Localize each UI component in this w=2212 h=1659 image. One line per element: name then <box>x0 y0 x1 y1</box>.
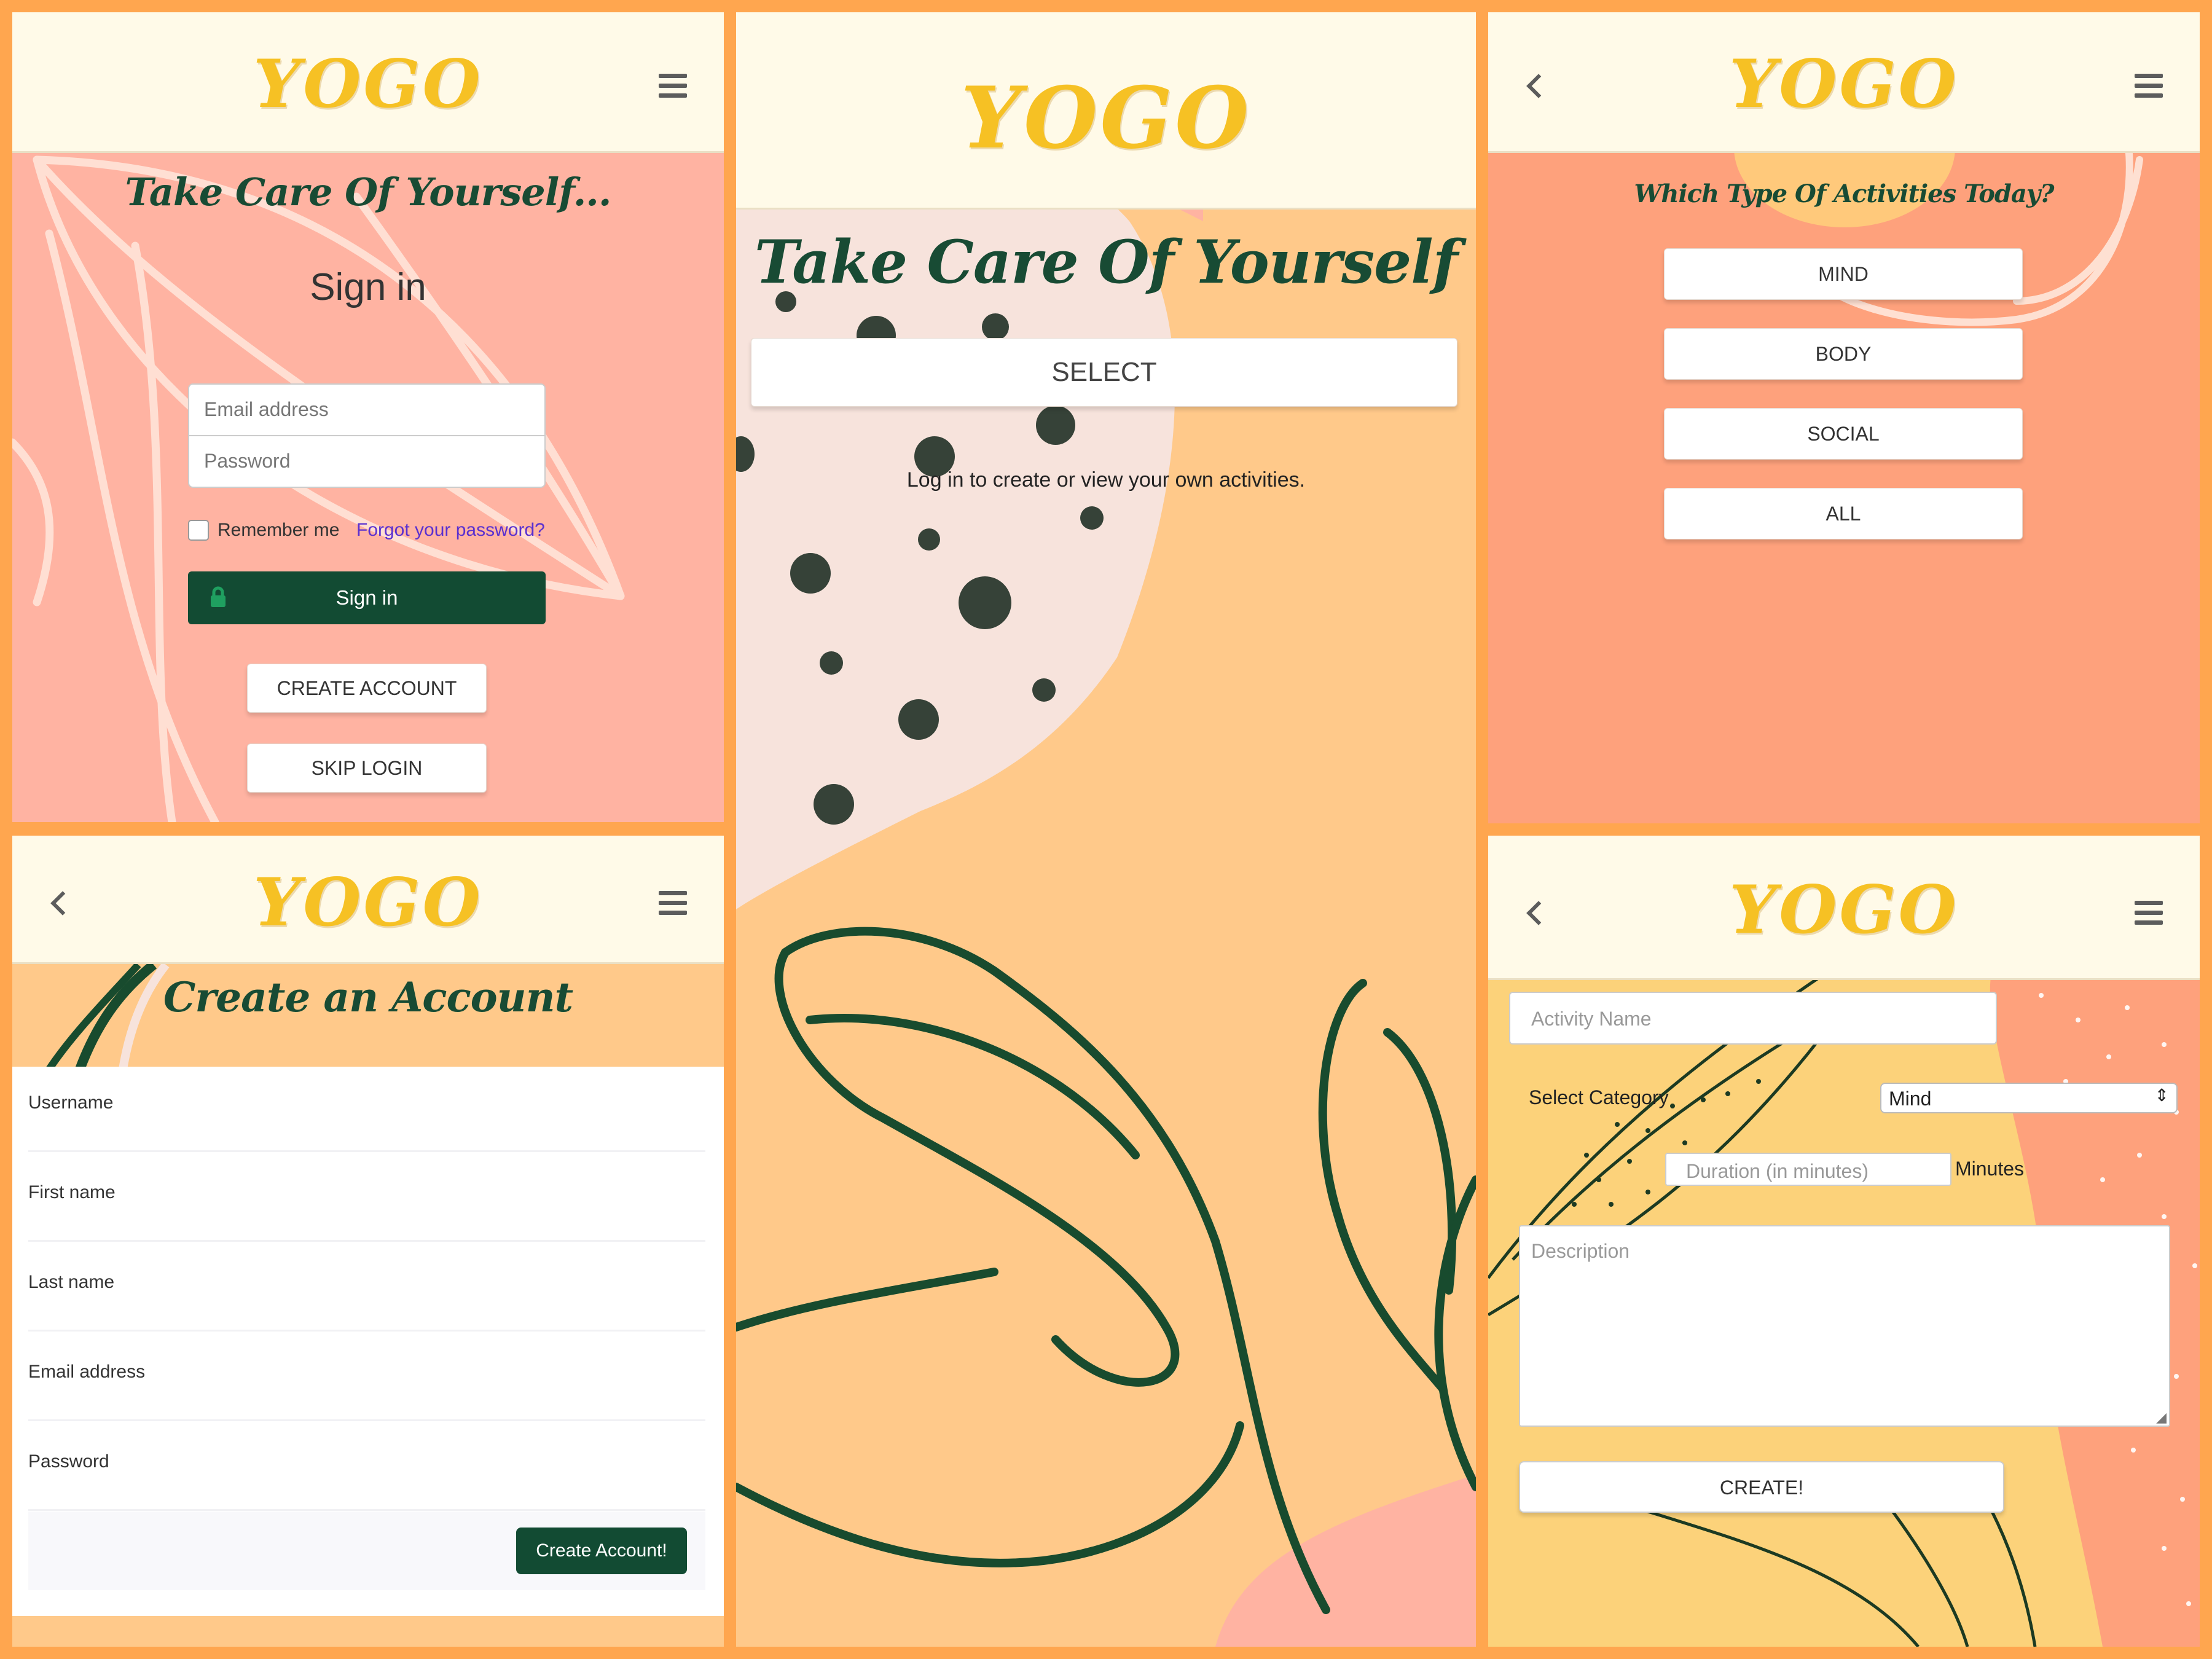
category-select[interactable]: Mind ⇕ <box>1880 1083 2178 1113</box>
decor-dot <box>898 699 939 740</box>
decor-dot <box>814 784 854 825</box>
menu-icon[interactable] <box>659 891 687 915</box>
skip-login-button[interactable]: SKIP LOGIN <box>247 743 487 793</box>
menu-icon[interactable] <box>659 74 687 98</box>
create-account-title: Create an Account <box>163 973 573 1021</box>
menu-icon[interactable] <box>2135 74 2163 98</box>
skip-login-label: SKIP LOGIN <box>311 757 423 779</box>
activity-option-all[interactable]: ALL <box>1664 488 2023 539</box>
select-button[interactable]: SELECT <box>751 338 1457 407</box>
field-underline <box>28 1419 705 1421</box>
password-field[interactable]: Password <box>188 435 546 488</box>
signin-button-label: Sign in <box>335 586 398 609</box>
login-prompt: Log in to create or view your own activi… <box>906 468 1306 492</box>
signin-screen: YOGO Take Care Of Yourself... Sign in Em… <box>12 12 724 822</box>
create-account-form: Username First name Last name Email addr… <box>12 1067 724 1616</box>
username-label: Username <box>28 1092 114 1113</box>
activity-option-mind[interactable]: MIND <box>1664 248 2023 300</box>
category-selected-value: Mind <box>1889 1088 1932 1110</box>
app-logo: YOGO <box>253 45 483 123</box>
forgot-password-link[interactable]: Forgot your password? <box>356 520 545 541</box>
select-button-label: SELECT <box>1051 357 1157 387</box>
last-name-label: Last name <box>28 1272 115 1292</box>
decor-dot <box>1036 406 1075 445</box>
create-account-header: YOGO <box>12 836 724 964</box>
create-account-screen: YOGO Create an Account Username First na… <box>12 836 724 1647</box>
field-underline <box>28 1509 705 1511</box>
create-activity-header: YOGO <box>1488 836 2200 980</box>
create-activity-button[interactable]: CREATE! <box>1519 1461 2004 1513</box>
lock-icon <box>211 586 226 607</box>
activity-option-body[interactable]: BODY <box>1664 328 2023 380</box>
username-field[interactable] <box>28 1116 705 1150</box>
password-label: Password <box>28 1451 109 1472</box>
activity-option-label: SOCIAL <box>1807 423 1880 445</box>
create-account-button[interactable]: CREATE ACCOUNT <box>247 664 487 713</box>
email-address-field[interactable] <box>28 1385 705 1419</box>
activity-types-screen: YOGO Which Type Of Activities Today? MIN… <box>1488 12 2200 823</box>
email-field[interactable]: Email address <box>188 383 546 436</box>
signin-header: YOGO <box>12 12 724 153</box>
field-underline <box>28 1150 705 1152</box>
create-activity-button-label: CREATE! <box>1719 1477 1804 1499</box>
menu-icon[interactable] <box>2135 901 2163 925</box>
back-icon[interactable] <box>1526 74 1551 98</box>
remember-me-checkbox[interactable] <box>188 520 209 541</box>
last-name-field[interactable] <box>28 1295 705 1330</box>
app-logo: YOGO <box>1729 45 1959 123</box>
description-placeholder: Description <box>1531 1240 1630 1262</box>
password-placeholder: Password <box>204 450 291 472</box>
home-header: YOGO <box>736 12 1476 210</box>
create-activity-screen: YOGO Activity Name Select Category Mind … <box>1488 836 2200 1647</box>
decor-dot <box>982 313 1009 340</box>
app-logo: YOGO <box>253 864 483 941</box>
activity-types-header: YOGO <box>1488 12 2200 153</box>
select-category-label: Select Category <box>1529 1086 1669 1108</box>
activity-question: Which Type Of Activities Today? <box>1634 179 2055 208</box>
home-screen: YOGO Take Care Of Yourself SELECT Log in… <box>736 12 1476 1647</box>
app-logo: YOGO <box>1729 871 1959 949</box>
back-icon[interactable] <box>50 891 75 916</box>
email-placeholder: Email address <box>204 398 329 420</box>
decor-dot <box>820 651 843 675</box>
first-name-field[interactable] <box>28 1206 705 1240</box>
first-name-label: First name <box>28 1182 116 1202</box>
activity-option-label: MIND <box>1818 263 1869 285</box>
create-account-label: CREATE ACCOUNT <box>276 677 457 699</box>
decor-dot <box>959 576 1011 629</box>
activity-option-label: BODY <box>1815 343 1872 365</box>
form-footer: Create Account! <box>28 1512 705 1590</box>
signin-button[interactable]: Sign in <box>188 571 546 624</box>
remember-me-label: Remember me <box>218 520 340 540</box>
create-account-submit-label: Create Account! <box>536 1540 667 1561</box>
field-underline <box>28 1330 705 1332</box>
decor-dot <box>736 436 755 472</box>
app-logo: YOGO <box>960 68 1252 168</box>
duration-unit-label: Minutes <box>1955 1158 2025 1180</box>
back-icon[interactable] <box>1526 901 1551 925</box>
signin-heading: Sign in <box>310 266 426 308</box>
description-textarea[interactable]: Description ◢ <box>1519 1225 2170 1427</box>
decor-dot <box>1080 506 1104 530</box>
field-underline <box>28 1240 705 1242</box>
home-tagline: Take Care Of Yourself <box>755 227 1458 297</box>
signin-tagline: Take Care Of Yourself... <box>125 170 612 214</box>
activity-option-label: ALL <box>1826 503 1861 525</box>
resize-grip-icon: ◢ <box>2156 1410 2167 1425</box>
decor-dot <box>918 528 940 551</box>
email-label: Email address <box>28 1362 146 1382</box>
activity-name-input[interactable]: Activity Name <box>1509 992 1997 1045</box>
activity-option-social[interactable]: SOCIAL <box>1664 408 2023 460</box>
decor-dot <box>1032 678 1056 702</box>
duration-input[interactable]: Duration (in minutes) <box>1665 1153 1951 1186</box>
duration-placeholder: Duration (in minutes) <box>1686 1160 1869 1182</box>
chevron-updown-icon: ⇕ <box>2154 1086 2169 1105</box>
create-account-submit-button[interactable]: Create Account! <box>516 1528 687 1574</box>
activity-name-placeholder: Activity Name <box>1531 1008 1652 1030</box>
password-field[interactable] <box>28 1475 705 1509</box>
decor-dot <box>790 553 831 594</box>
